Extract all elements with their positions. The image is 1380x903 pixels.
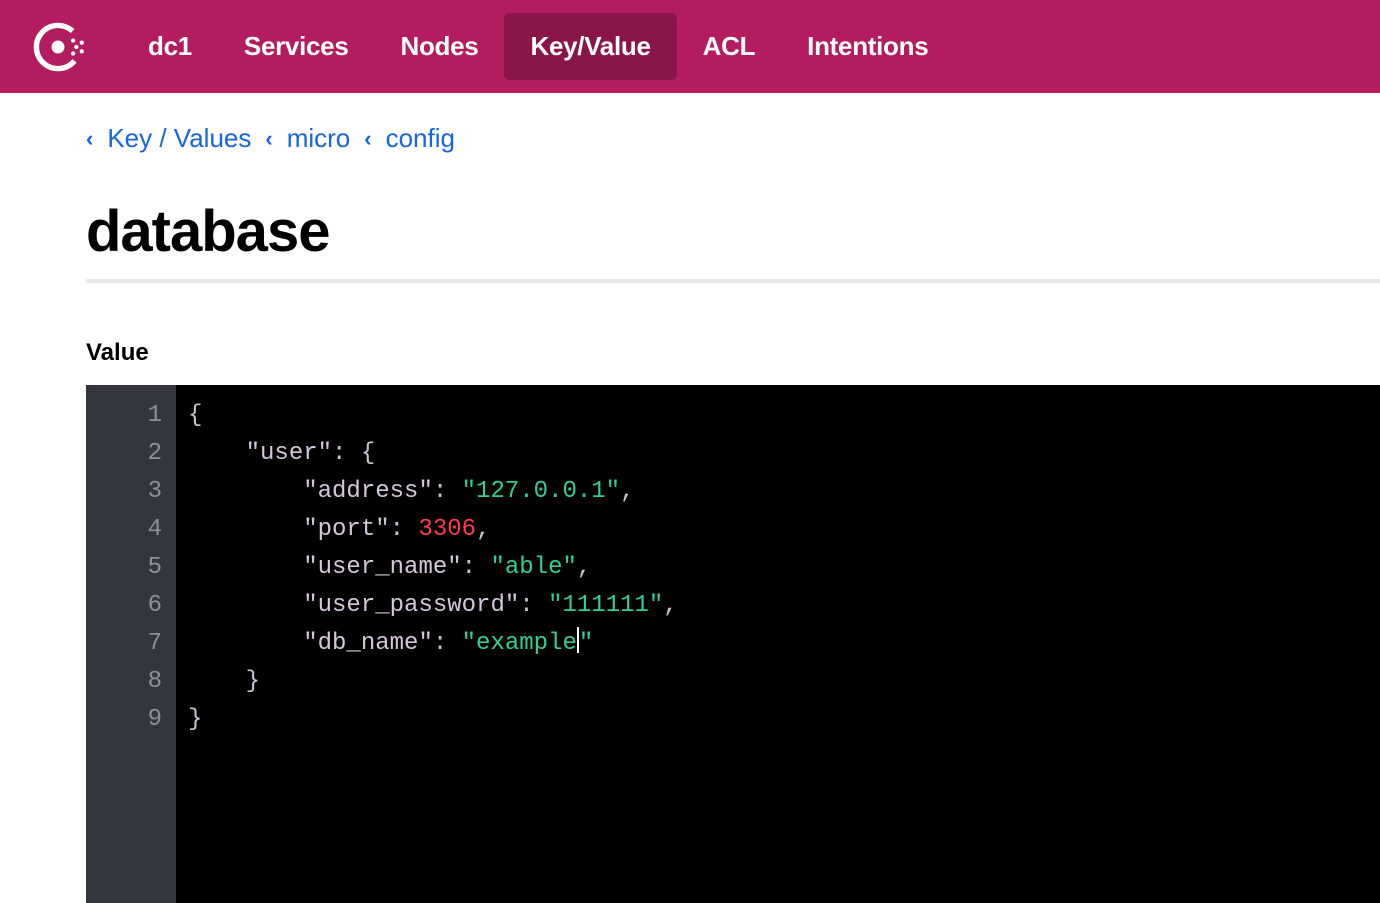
punct: : — [390, 516, 419, 543]
line-no: 4 — [86, 511, 162, 549]
string-value: "111111" — [548, 592, 663, 619]
string-value: "127.0.0.1" — [462, 478, 620, 505]
line-no: 9 — [86, 701, 162, 739]
key: "user_password" — [303, 592, 519, 619]
punct: : — [519, 592, 548, 619]
nav-item-intentions[interactable]: Intentions — [781, 13, 954, 80]
line-no: 3 — [86, 473, 162, 511]
line-gutter: 1 2 3 4 5 6 7 8 9 — [86, 385, 176, 903]
chevron-left-icon: ‹ — [265, 126, 272, 152]
punct: , — [663, 592, 677, 619]
nav-item-acl[interactable]: ACL — [677, 13, 782, 80]
nav-item-services[interactable]: Services — [218, 13, 375, 80]
nav-items: dc1 Services Nodes Key/Value ACL Intenti… — [122, 13, 954, 80]
top-nav: dc1 Services Nodes Key/Value ACL Intenti… — [0, 0, 1380, 93]
brace: } — [188, 706, 202, 733]
value-label: Value — [86, 339, 1380, 367]
key: "port" — [303, 516, 389, 543]
string-value: " — [579, 630, 593, 657]
nav-item-nodes[interactable]: Nodes — [375, 13, 505, 80]
punct: : — [433, 630, 462, 657]
line-no: 7 — [86, 625, 162, 663]
number-value: 3306 — [418, 516, 476, 543]
punct: , — [620, 478, 634, 505]
breadcrumb-link-config[interactable]: config — [386, 123, 455, 154]
brace: } — [246, 668, 260, 695]
punct: , — [577, 554, 591, 581]
page-title: database — [86, 198, 1380, 265]
string-value: "example — [462, 630, 577, 657]
breadcrumb-link-micro[interactable]: micro — [287, 123, 351, 154]
code-area[interactable]: { "user": { "address": "127.0.0.1", "por… — [176, 385, 678, 903]
line-no: 1 — [86, 397, 162, 435]
line-no: 5 — [86, 549, 162, 587]
line-no: 2 — [86, 435, 162, 473]
punct: : { — [332, 440, 375, 467]
content: ‹ Key / Values ‹ micro ‹ config database… — [0, 93, 1380, 903]
chevron-left-icon: ‹ — [86, 126, 93, 152]
punct: , — [476, 516, 490, 543]
punct: : — [433, 478, 462, 505]
line-no: 8 — [86, 663, 162, 701]
nav-item-keyvalue[interactable]: Key/Value — [504, 13, 676, 80]
key: "user" — [246, 440, 332, 467]
breadcrumb: ‹ Key / Values ‹ micro ‹ config — [86, 123, 1380, 154]
key: "db_name" — [303, 630, 433, 657]
line-no: 6 — [86, 587, 162, 625]
chevron-left-icon: ‹ — [364, 126, 371, 152]
consul-logo-icon — [30, 19, 86, 75]
punct: : — [462, 554, 491, 581]
divider — [86, 279, 1380, 283]
key: "address" — [303, 478, 433, 505]
string-value: "able" — [490, 554, 576, 581]
code-editor[interactable]: 1 2 3 4 5 6 7 8 9 { "user": { "address":… — [86, 385, 1380, 903]
brace: { — [188, 402, 202, 429]
breadcrumb-link-keyvalues[interactable]: Key / Values — [107, 123, 251, 154]
key: "user_name" — [303, 554, 461, 581]
nav-item-dc1[interactable]: dc1 — [122, 13, 218, 80]
